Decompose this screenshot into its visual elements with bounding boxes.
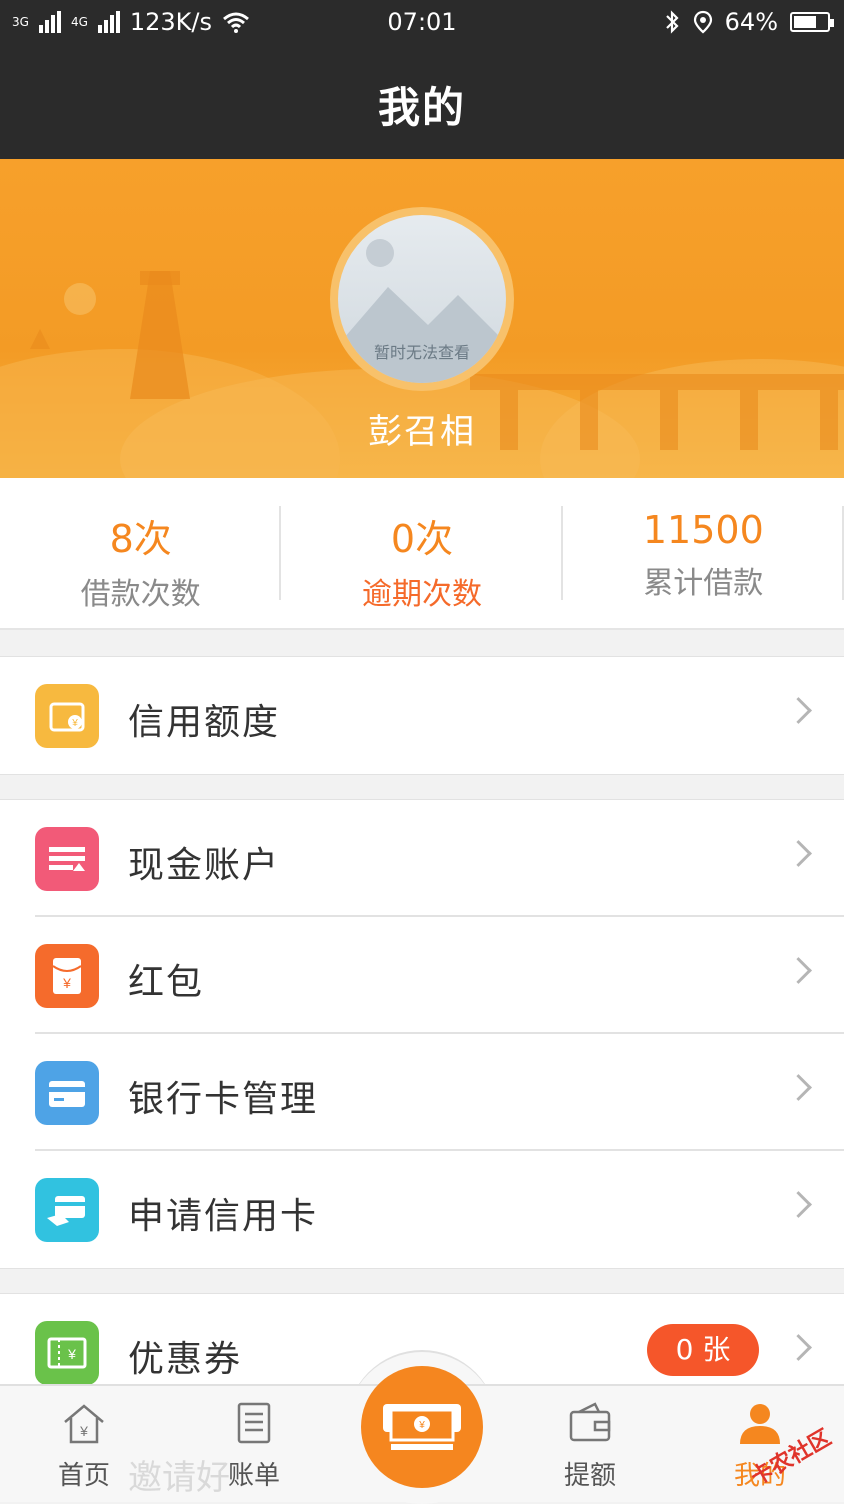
stat-value: 8次 — [109, 517, 172, 561]
menu-item-label: 优惠券 — [128, 1339, 243, 1380]
chevron-right-icon — [785, 1074, 812, 1101]
chevron-right-icon — [785, 1191, 812, 1218]
battery-percent: 64% — [724, 8, 778, 36]
svg-text:¥: ¥ — [67, 1346, 76, 1362]
stat-total-loan[interactable]: 11500 累计借款 — [563, 478, 844, 628]
chevron-right-icon — [785, 840, 812, 867]
menu-group-account: 现金账户 ¥ 红包 银行卡管理 申请信用卡 — [0, 799, 844, 1269]
page-title: 我的 — [377, 83, 466, 132]
location-icon — [693, 10, 712, 34]
chevron-right-icon — [785, 697, 812, 724]
battery-icon — [790, 12, 834, 32]
stat-overdue-count[interactable]: 0次 逾期次数 — [281, 478, 563, 628]
tab-label: 账单 — [227, 1461, 280, 1491]
chevron-right-icon — [785, 1334, 812, 1361]
tab-label: 首页 — [57, 1461, 110, 1491]
navigation-bar: 我的 — [0, 46, 844, 159]
profile-header: 暂时无法查看 彭召相 — [0, 159, 844, 478]
svg-text:¥: ¥ — [62, 975, 71, 991]
avatar[interactable]: 暂时无法查看 — [338, 215, 506, 383]
stat-label: 借款次数 — [80, 577, 201, 612]
menu-item-label: 红包 — [128, 962, 205, 1003]
svg-text:¥: ¥ — [71, 718, 78, 729]
stat-loan-count[interactable]: 8次 借款次数 — [0, 478, 282, 628]
menu-item-label: 银行卡管理 — [128, 1079, 319, 1120]
home-icon: ¥ — [64, 1404, 104, 1444]
loan-stats: 8次 借款次数 0次 逾期次数 11500 累计借款 — [0, 478, 844, 630]
menu-item-red-packet[interactable]: ¥ 红包 — [0, 917, 844, 1034]
bluetooth-icon — [665, 10, 679, 34]
stat-value: 0次 — [390, 517, 454, 561]
credit-card-icon — [35, 1178, 99, 1242]
cash-atm-icon: ¥ — [383, 1404, 461, 1450]
cash-icon — [35, 827, 99, 891]
borrow-cash-button[interactable]: ¥ — [361, 1366, 483, 1488]
tab-label: 提额 — [563, 1461, 616, 1491]
menu-item-bank-card[interactable]: 银行卡管理 — [0, 1034, 844, 1151]
tab-bill[interactable]: 账单 — [194, 1386, 314, 1492]
svg-text:¥: ¥ — [79, 1423, 88, 1439]
avatar-caption: 暂时无法查看 — [373, 343, 470, 362]
menu-item-apply-credit-card[interactable]: 申请信用卡 — [0, 1151, 844, 1268]
tab-raise-limit[interactable]: 提额 — [530, 1386, 650, 1492]
tab-home[interactable]: ¥ 首页 — [24, 1386, 144, 1492]
user-icon — [740, 1404, 780, 1444]
menu-item-label: 信用额度 — [128, 702, 281, 743]
menu-item-credit-limit[interactable]: ¥ 信用额度 — [0, 657, 844, 774]
stat-label: 逾期次数 — [361, 577, 482, 612]
stat-label: 累计借款 — [643, 566, 764, 601]
wallet-icon: ¥ — [35, 684, 99, 748]
status-bar: 3G 4G 123K/s 07:01 64% — [0, 0, 844, 46]
bill-icon — [237, 1402, 271, 1444]
menu-item-label: 现金账户 — [128, 845, 281, 886]
chevron-right-icon — [785, 957, 812, 984]
menu-group-credit: ¥ 信用额度 — [0, 656, 844, 775]
coupon-count-badge: 0 张 — [647, 1324, 759, 1376]
coupon-icon: ¥ — [35, 1321, 99, 1385]
menu-item-cash-account[interactable]: 现金账户 — [0, 800, 844, 917]
user-name: 彭召相 — [368, 412, 476, 452]
menu-item-label: 申请信用卡 — [128, 1196, 319, 1237]
stat-value: 11500 — [642, 508, 764, 552]
bank-card-icon — [35, 1061, 99, 1125]
status-right: 64% — [663, 8, 834, 36]
wallet-transfer-icon — [569, 1402, 611, 1442]
svg-text:¥: ¥ — [418, 1420, 425, 1431]
red-packet-icon: ¥ — [35, 944, 99, 1008]
